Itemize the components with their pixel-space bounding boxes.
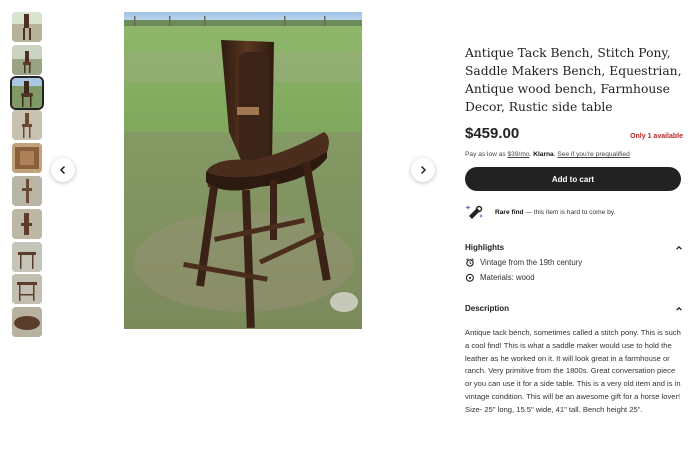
thumbnail-strip [10,12,44,340]
klarna-prequalify-link[interactable]: See if you're prequalified [557,151,629,158]
highlights-toggle[interactable]: Highlights [465,243,683,252]
thumbnail-9[interactable] [12,274,42,305]
main-product-image[interactable] [124,12,362,329]
description-heading: Description [465,304,510,313]
highlight-text: Materials: wood [480,273,535,282]
highlights-section: Highlights Vintage from the 19th century… [465,243,683,282]
highlight-item: Materials: wood [465,273,683,282]
thumbnail-3-selected[interactable] [10,75,44,110]
klarna-brand: Klarna [533,151,554,158]
rare-find-label: Rare find [495,208,524,216]
price: $459.00 [465,125,520,142]
vintage-icon [466,258,474,267]
thumbnail-8[interactable] [12,241,42,272]
thumbnail-5[interactable] [12,143,42,174]
thumbnail-2[interactable] [12,44,42,75]
description-section: Description Antique tack bench, sometime… [465,304,683,417]
thumbnail-6[interactable] [12,175,42,206]
klarna-prefix: Pay as low as [465,151,508,158]
next-image-button[interactable] [411,158,435,182]
highlight-text: Vintage from the 19th century [480,258,583,267]
price-row: $459.00 Only 1 available [465,125,683,142]
materials-icon [465,273,474,282]
chevron-right-icon [420,165,427,175]
description-text: Antique tack bench, sometimes called a s… [465,328,681,414]
thumbnail-10[interactable] [12,307,42,338]
rare-find-note: Rare find — this item is hard to come by… [465,202,683,222]
listing-info: Antique Tack Bench, Stitch Pony, Saddle … [465,44,683,222]
chevron-up-icon [676,245,682,250]
description-toggle[interactable]: Description [465,304,683,313]
thumbnail-1[interactable] [12,12,42,42]
thumbnail-4[interactable] [12,110,42,141]
chevron-left-icon [59,165,66,175]
listing-title: Antique Tack Bench, Stitch Pony, Saddle … [465,46,682,114]
thumbnail-7[interactable] [12,208,42,239]
chevron-up-icon [676,306,682,311]
klarna-amount-link[interactable]: $39/mo [508,151,530,158]
stock-note: Only 1 available [630,133,683,140]
klarna-financing: Pay as low as $39/mo. Klarna. See if you… [465,151,630,158]
highlight-item: Vintage from the 19th century [465,258,683,267]
rare-find-text: — this item is hard to come by. [523,208,616,216]
highlights-heading: Highlights [465,243,505,252]
previous-image-button[interactable] [51,158,75,182]
add-to-cart-button[interactable]: Add to cart [465,167,681,191]
rare-find-icon [465,205,483,219]
